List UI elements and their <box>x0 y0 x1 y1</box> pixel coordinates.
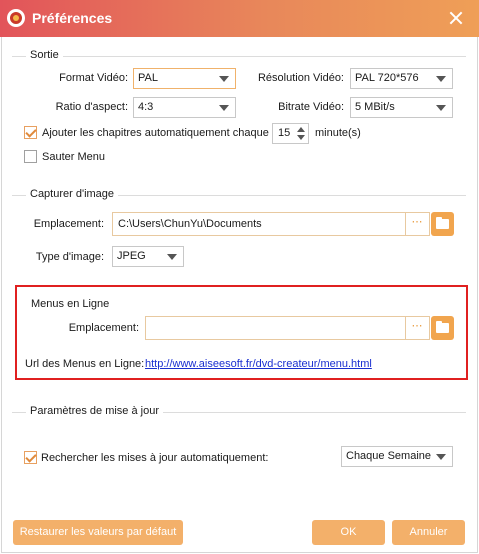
format-video-select[interactable]: PAL <box>133 68 236 89</box>
auto-chapters-label: Ajouter les chapitres automatiquement ch… <box>42 127 269 139</box>
capture-location-input[interactable]: C:\Users\ChunYu\Documents ⋯ <box>112 212 430 236</box>
skip-menu-label: Sauter Menu <box>42 151 105 163</box>
folder-icon <box>436 321 449 333</box>
capture-location-label: Emplacement: <box>33 218 104 230</box>
window-title: Préférences <box>32 10 113 26</box>
app-logo-icon <box>7 9 25 27</box>
online-menus-title: Menus en Ligne <box>31 298 110 310</box>
format-video-label: Format Vidéo: <box>59 72 128 84</box>
resolution-label: Résolution Vidéo: <box>257 72 344 84</box>
capture-browse-button[interactable] <box>431 212 454 236</box>
output-group-title: Sortie <box>26 49 63 61</box>
more-dots-icon[interactable]: ⋯ <box>405 213 429 235</box>
bitrate-label: Bitrate Vidéo: <box>278 101 344 113</box>
update-frequency-select[interactable]: Chaque Semaine <box>341 446 453 467</box>
chevron-down-icon <box>436 454 446 460</box>
skip-menu-checkbox[interactable] <box>24 150 37 163</box>
spin-down-icon[interactable] <box>297 135 305 140</box>
image-type-select[interactable]: JPEG <box>112 246 184 267</box>
chapter-interval-stepper[interactable]: 15 <box>272 123 309 144</box>
spin-up-icon[interactable] <box>297 127 305 132</box>
image-type-label: Type d'image: <box>35 251 104 263</box>
chevron-down-icon <box>436 76 446 82</box>
more-dots-icon[interactable]: ⋯ <box>405 317 429 339</box>
online-location-label: Emplacement: <box>68 322 139 334</box>
auto-chapters-checkbox[interactable] <box>24 126 37 139</box>
aspect-ratio-label: Ratio d'aspect: <box>55 101 128 113</box>
folder-icon <box>436 217 449 229</box>
title-bar: Préférences <box>0 0 479 37</box>
capture-group-title: Capturer d'image <box>26 188 119 200</box>
online-menus-url-link[interactable]: http://www.aiseesoft.fr/dvd-createur/men… <box>145 358 372 370</box>
chevron-down-icon <box>436 105 446 111</box>
auto-update-checkbox[interactable] <box>24 451 37 464</box>
restore-defaults-button[interactable]: Restaurer les valeurs par défaut <box>13 520 183 545</box>
online-url-label: Url des Menus en Ligne: <box>25 358 145 370</box>
aspect-ratio-select[interactable]: 4:3 <box>133 97 236 118</box>
bitrate-select[interactable]: 5 MBit/s <box>350 97 453 118</box>
close-button[interactable] <box>446 8 466 28</box>
auto-update-label: Rechercher les mises à jour automatiquem… <box>41 452 269 464</box>
chapter-unit-label: minute(s) <box>315 127 361 139</box>
chevron-down-icon <box>219 105 229 111</box>
online-browse-button[interactable] <box>431 316 454 340</box>
chevron-down-icon <box>167 254 177 260</box>
update-group-title: Paramètres de mise à jour <box>26 405 163 417</box>
resolution-select[interactable]: PAL 720*576 <box>350 68 453 89</box>
online-location-input[interactable]: ⋯ <box>145 316 430 340</box>
ok-button[interactable]: OK <box>312 520 385 545</box>
chevron-down-icon <box>219 76 229 82</box>
cancel-button[interactable]: Annuler <box>392 520 465 545</box>
